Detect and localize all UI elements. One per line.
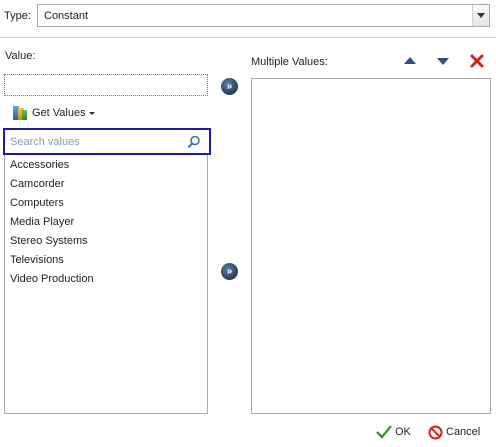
multiple-values-label: Multiple Values: xyxy=(251,56,328,68)
search-box[interactable] xyxy=(3,128,211,155)
cancel-label: Cancel xyxy=(446,426,481,438)
values-list: Accessories Camcorder Computers Media Playe… xyxy=(5,156,207,289)
add-selected-values-button[interactable]: » xyxy=(221,263,238,280)
list-item[interactable]: Video Production xyxy=(5,270,207,289)
add-value-button[interactable]: » xyxy=(221,78,238,95)
type-select[interactable]: Constant xyxy=(37,4,490,27)
caret-down-icon xyxy=(88,111,95,115)
double-chevron-right-icon: » xyxy=(226,266,232,277)
list-item[interactable]: Camcorder xyxy=(5,175,207,194)
search-icon[interactable] xyxy=(187,135,201,149)
type-label: Type: xyxy=(4,10,31,22)
double-chevron-right-icon: » xyxy=(226,81,232,92)
list-item[interactable]: Media Player xyxy=(5,213,207,232)
list-item[interactable]: Computers xyxy=(5,194,207,213)
multiple-values-list[interactable] xyxy=(251,78,491,414)
value-label: Value: xyxy=(5,50,36,62)
search-input[interactable] xyxy=(8,133,178,151)
list-item[interactable]: Accessories xyxy=(5,156,207,175)
list-item[interactable]: Televisions xyxy=(5,251,207,270)
divider xyxy=(0,37,496,38)
values-list-panel: AccessoriesCamcorderComputersMedia Playe… xyxy=(3,128,211,414)
ok-button[interactable]: OK xyxy=(376,423,411,441)
move-up-icon[interactable] xyxy=(404,57,416,64)
chevron-down-icon[interactable] xyxy=(472,5,489,26)
move-down-icon[interactable] xyxy=(437,58,449,65)
get-values-label: Get Values xyxy=(32,107,86,119)
cancel-icon xyxy=(428,425,443,439)
delete-icon[interactable] xyxy=(469,53,485,69)
value-input[interactable] xyxy=(4,74,208,96)
type-select-value: Constant xyxy=(44,10,89,22)
get-values-button[interactable]: Get Values xyxy=(12,104,95,122)
list-item[interactable]: Stereo Systems xyxy=(5,232,207,251)
ok-label: OK xyxy=(395,426,411,438)
bar-chart-icon xyxy=(12,105,28,121)
cancel-button[interactable]: Cancel xyxy=(428,423,480,441)
checkmark-icon xyxy=(376,425,392,439)
